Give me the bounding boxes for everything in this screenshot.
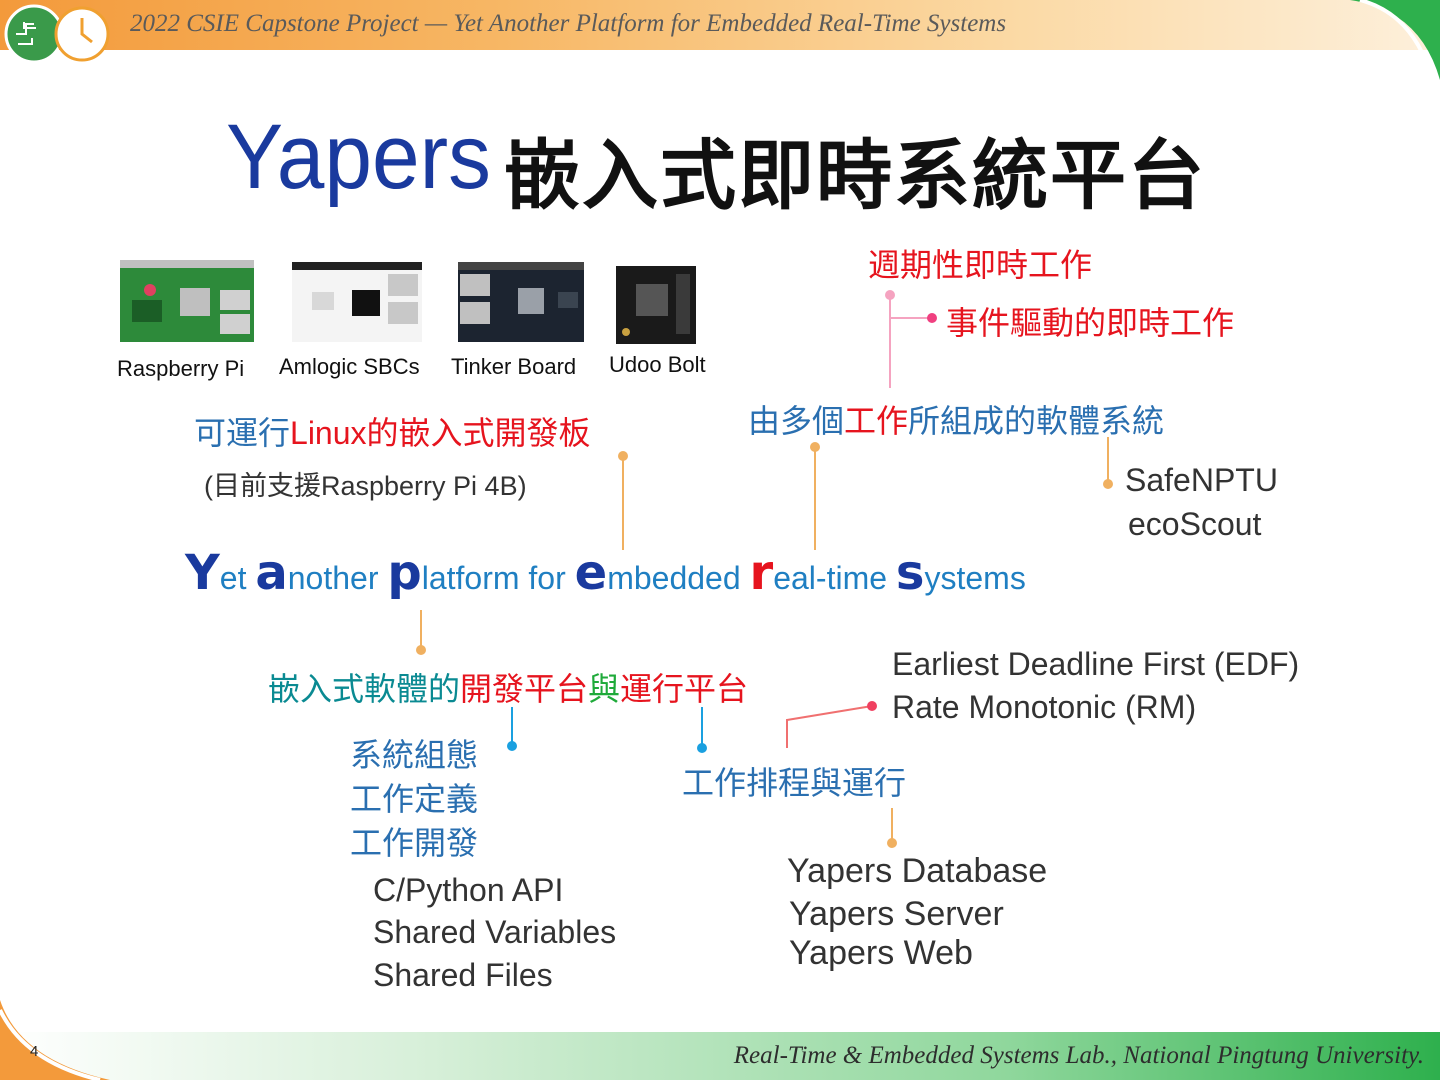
acronym-initial-e: e [574,545,608,601]
component-database: Yapers Database [787,852,1048,890]
acronym-rest-p: latform for [421,560,575,596]
acronym-initial-r: r [749,545,774,601]
footer-lab-name: Real-Time & Embedded Systems Lab., Natio… [733,1042,1424,1069]
platform-run: 運行平台 [620,671,749,707]
example-ecoscout: ecoScout [1128,506,1262,542]
dev-feature-define: 工作定義 [350,781,479,817]
acronym-rest-s: ystems [924,560,1026,596]
dev-feature-config: 系統組態 [350,737,479,773]
platform-and: 與 [588,671,621,707]
acronym-initial-s: s [895,545,925,601]
example-safenptu: SafeNPTU [1125,462,1278,498]
component-server: Yapers Server [789,895,1004,933]
component-web: Yapers Web [789,934,973,972]
software-system-label: 由多個工作所組成的軟體系統 [748,396,1164,442]
linux-boards-suffix: 的嵌入式開發板 [366,415,591,451]
algorithm-rm: Rate Monotonic (RM) [892,689,1197,725]
acronym-initial-y: Y [185,545,220,601]
support-note: (目前支援Raspberry Pi 4B) [204,471,527,501]
linux-boards-prefix: 可運行 [194,415,291,451]
system-suffix: 所組成的軟體系統 [908,403,1165,439]
acronym-rest-r: eal-time [773,560,896,596]
acronym-rest-a: nother [287,560,388,596]
page-number: 4 [30,1043,39,1060]
platform-part1: 嵌入式軟體的 [268,671,461,707]
event-task-label: 事件驅動的即時工作 [946,305,1235,341]
dev-feature-develop: 工作開發 [350,825,479,861]
acronym-rest-e: mbedded [607,560,750,596]
algorithm-edf: Earliest Deadline First (EDF) [892,646,1300,682]
periodic-task-label: 週期性即時工作 [868,247,1093,283]
platform-dev: 開發平台 [460,671,589,707]
linux-boards-label: 可運行Linux的嵌入式開發板 [194,408,591,454]
acronym-initial-a: a [255,545,288,601]
system-prefix: 由多個 [748,403,845,439]
dev-tool-files: Shared Files [373,957,553,993]
dev-tool-vars: Shared Variables [373,914,617,950]
dev-tool-api: C/Python API [373,872,564,908]
acronym-rest-y: et [219,560,256,596]
acronym-expansion: Yet another platform for embedded real-t… [185,545,1026,601]
acronym-initial-p: p [387,545,422,601]
platform-label: 嵌入式軟體的開發平台與運行平台 [268,664,748,710]
system-work: 工作 [844,403,909,439]
scheduling-label: 工作排程與運行 [682,765,907,801]
linux-keyword: Linux [290,415,367,451]
footer-corner-swoosh [0,1000,110,1080]
